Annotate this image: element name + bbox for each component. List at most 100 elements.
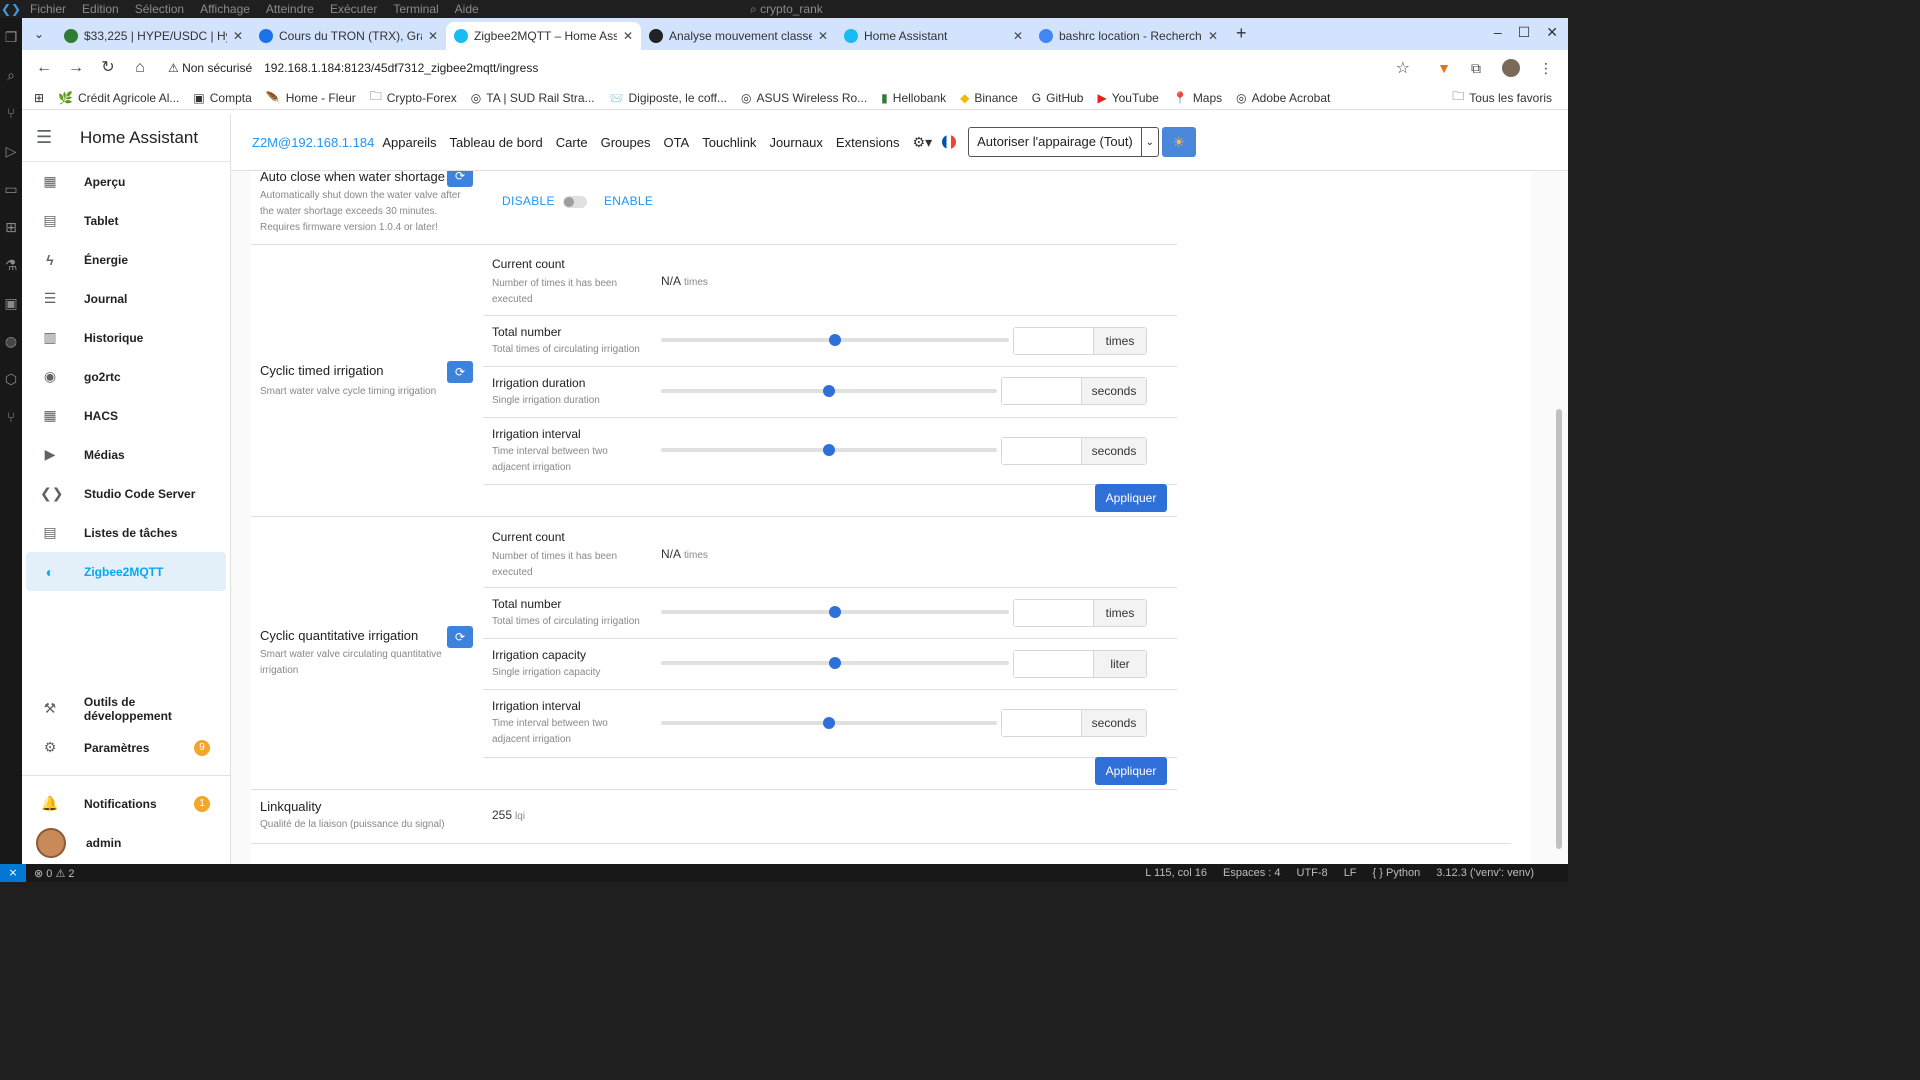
sidebar-item-settings[interactable]: ⚙ Paramètres 9 bbox=[26, 728, 226, 767]
apps-grid-icon[interactable]: ⊞ bbox=[34, 91, 44, 105]
profile-avatar[interactable] bbox=[1502, 59, 1520, 77]
python-interpreter[interactable]: 3.12.3 ('venv': venv) bbox=[1436, 867, 1534, 879]
metamask-extension-icon[interactable]: ▼ bbox=[1430, 54, 1458, 82]
encoding[interactable]: UTF-8 bbox=[1297, 867, 1328, 879]
theme-toggle-sun-icon[interactable]: ☀ bbox=[1161, 127, 1196, 157]
nav-groupes[interactable]: Groupes bbox=[601, 135, 651, 150]
run-debug-icon[interactable]: ▷ bbox=[0, 132, 22, 170]
close-icon[interactable]: ✕ bbox=[233, 29, 243, 43]
language-flag-icon[interactable] bbox=[942, 135, 957, 149]
search-icon[interactable]: ⌕ bbox=[0, 56, 22, 94]
slider-thumb[interactable] bbox=[823, 385, 835, 397]
total-number-input[interactable] bbox=[1014, 600, 1094, 626]
bookmark-item[interactable]: 🪶 Home - Fleur bbox=[266, 91, 356, 105]
nav-carte[interactable]: Carte bbox=[556, 135, 588, 150]
browser-tab[interactable]: Analyse mouvement classem ✕ bbox=[641, 22, 836, 50]
disable-button[interactable]: DISABLE bbox=[502, 194, 555, 208]
security-indicator[interactable]: ⚠ Non sécurisé bbox=[168, 61, 252, 75]
menu-help[interactable]: Aide bbox=[447, 2, 487, 16]
sidebar-item-notifications[interactable]: 🔔 Notifications 1 bbox=[26, 784, 226, 823]
total-number-slider[interactable] bbox=[661, 606, 1009, 618]
explorer-icon[interactable]: ❐ bbox=[0, 18, 22, 56]
irrigation-interval-input[interactable] bbox=[1002, 710, 1082, 736]
bookmark-item[interactable]: 📨 Digiposte, le coff... bbox=[609, 91, 727, 105]
close-icon[interactable]: ✕ bbox=[428, 29, 438, 43]
sidebar-item-historique[interactable]: ▥ Historique bbox=[26, 318, 226, 357]
close-icon[interactable]: ✕ bbox=[1013, 29, 1023, 43]
bookmark-item[interactable]: 🌿 Crédit Agricole Al... bbox=[58, 91, 179, 105]
menu-run[interactable]: Exécuter bbox=[322, 2, 385, 16]
browser-tab-active[interactable]: Zigbee2MQTT – Home Assist ✕ bbox=[446, 22, 641, 50]
irrigation-interval-input[interactable] bbox=[1002, 438, 1082, 464]
bookmark-item[interactable]: ▶ YouTube bbox=[1097, 91, 1158, 105]
menu-edit[interactable]: Edition bbox=[74, 2, 127, 16]
menu-go[interactable]: Atteindre bbox=[258, 2, 322, 16]
nav-touchlink[interactable]: Touchlink bbox=[702, 135, 756, 150]
bookmark-item[interactable]: G GitHub bbox=[1032, 91, 1084, 105]
irrigation-duration-slider[interactable] bbox=[661, 385, 997, 397]
nav-appareils[interactable]: Appareils bbox=[382, 135, 436, 150]
sidebar-item-go2rtc[interactable]: ◉ go2rtc bbox=[26, 357, 226, 396]
menu-terminal[interactable]: Terminal bbox=[385, 2, 446, 16]
bookmark-item[interactable]: ▮ Hellobank bbox=[881, 91, 946, 105]
sidebar-item-dev-tools[interactable]: ⚒ Outils de développement bbox=[26, 689, 226, 728]
sidebar-item-journal[interactable]: ☰ Journal bbox=[26, 279, 226, 318]
bookmark-item[interactable]: ◆ Binance bbox=[960, 91, 1018, 105]
settings-dropdown-gear-icon[interactable]: ⚙▾ bbox=[913, 134, 933, 151]
sidebar-item-hacs[interactable]: ▦ HACS bbox=[26, 396, 226, 435]
window-close-icon[interactable]: ✕ bbox=[1546, 24, 1558, 41]
close-icon[interactable]: ✕ bbox=[818, 29, 828, 43]
apply-button[interactable]: Appliquer bbox=[1095, 484, 1167, 512]
slider-thumb[interactable] bbox=[829, 657, 841, 669]
chevron-down-icon[interactable]: ⌄ bbox=[1142, 137, 1158, 148]
end-of-line[interactable]: LF bbox=[1344, 867, 1357, 879]
nav-ota[interactable]: OTA bbox=[663, 135, 689, 150]
sidebar-item-zigbee2mqtt[interactable]: ◐ Zigbee2MQTT bbox=[26, 552, 226, 591]
home-icon[interactable]: ⌂ bbox=[126, 54, 154, 82]
nav-journaux[interactable]: Journaux bbox=[769, 135, 822, 150]
remote-explorer-icon[interactable]: ▭ bbox=[0, 170, 22, 208]
forward-arrow-icon[interactable]: → bbox=[62, 54, 90, 82]
enable-button[interactable]: ENABLE bbox=[604, 194, 653, 208]
cursor-position[interactable]: L 115, col 16 bbox=[1145, 867, 1207, 879]
refresh-icon[interactable]: ⟳ bbox=[447, 626, 473, 648]
slider-thumb[interactable] bbox=[829, 606, 841, 618]
browser-tab[interactable]: $33,225 | HYPE/USDC | Hype ✕ bbox=[56, 22, 251, 50]
sidebar-item-studio-code-server[interactable]: ❮❯ Studio Code Server bbox=[26, 474, 226, 513]
sidebar-item-energie[interactable]: ϟ Énergie bbox=[26, 240, 226, 279]
indentation[interactable]: Espaces : 4 bbox=[1223, 867, 1280, 879]
browser-tab[interactable]: Cours du TRON (TRX), Graph ✕ bbox=[251, 22, 446, 50]
bookmark-star-icon[interactable]: ☆ bbox=[1396, 58, 1410, 78]
remote-indicator-icon[interactable]: ⨯ bbox=[0, 864, 26, 882]
bookmark-item[interactable]: ◎ Adobe Acrobat bbox=[1236, 91, 1330, 105]
slider-thumb[interactable] bbox=[823, 444, 835, 456]
scrollbar-thumb[interactable] bbox=[1556, 409, 1562, 849]
address-bar[interactable]: ⚠ Non sécurisé 192.168.1.184:8123/45df73… bbox=[164, 54, 1414, 82]
command-center[interactable]: ⌕ crypto_rank bbox=[750, 2, 823, 17]
reload-icon[interactable]: ↻ bbox=[94, 54, 122, 82]
auto-close-toggle[interactable] bbox=[563, 196, 587, 208]
extensions-icon[interactable]: ⊞ bbox=[0, 208, 22, 246]
menu-file[interactable]: Fichier bbox=[22, 2, 74, 16]
bookmark-item[interactable]: ◎ TA | SUD Rail Stra... bbox=[471, 91, 595, 105]
slider-thumb[interactable] bbox=[823, 717, 835, 729]
docker-icon[interactable]: ▣ bbox=[0, 284, 22, 322]
tab-search-chevron-icon[interactable]: ⌄ bbox=[28, 22, 50, 46]
kebab-menu-icon[interactable]: ⋮ bbox=[1532, 54, 1560, 82]
extensions-puzzle-icon[interactable]: ⧉ bbox=[1462, 54, 1490, 82]
bookmark-item[interactable]: ▣ Compta bbox=[193, 91, 251, 105]
nav-tableau-de-bord[interactable]: Tableau de bord bbox=[450, 135, 543, 150]
package-icon[interactable]: ⬡ bbox=[0, 360, 22, 398]
refresh-icon[interactable]: ⟳ bbox=[447, 361, 473, 383]
browser-tab[interactable]: bashrc location - Recherche ✕ bbox=[1031, 22, 1226, 50]
sidebar-item-profile[interactable]: admin bbox=[26, 823, 226, 862]
permit-join-button[interactable]: Autoriser l'appairage (Tout) ⌄ bbox=[968, 127, 1159, 157]
branch-icon[interactable]: ⑂ bbox=[0, 398, 22, 436]
irrigation-interval-slider[interactable] bbox=[661, 717, 997, 729]
source-control-icon[interactable]: ⑂ bbox=[0, 94, 22, 132]
z2m-brand-link[interactable]: Z2M@192.168.1.184 bbox=[252, 135, 374, 150]
new-tab-plus-icon[interactable]: + bbox=[1236, 23, 1247, 44]
minimize-icon[interactable]: – bbox=[1494, 24, 1502, 41]
irrigation-capacity-input[interactable] bbox=[1014, 651, 1094, 677]
bookmark-folder[interactable]: 🗀 Crypto-Forex bbox=[370, 87, 457, 108]
